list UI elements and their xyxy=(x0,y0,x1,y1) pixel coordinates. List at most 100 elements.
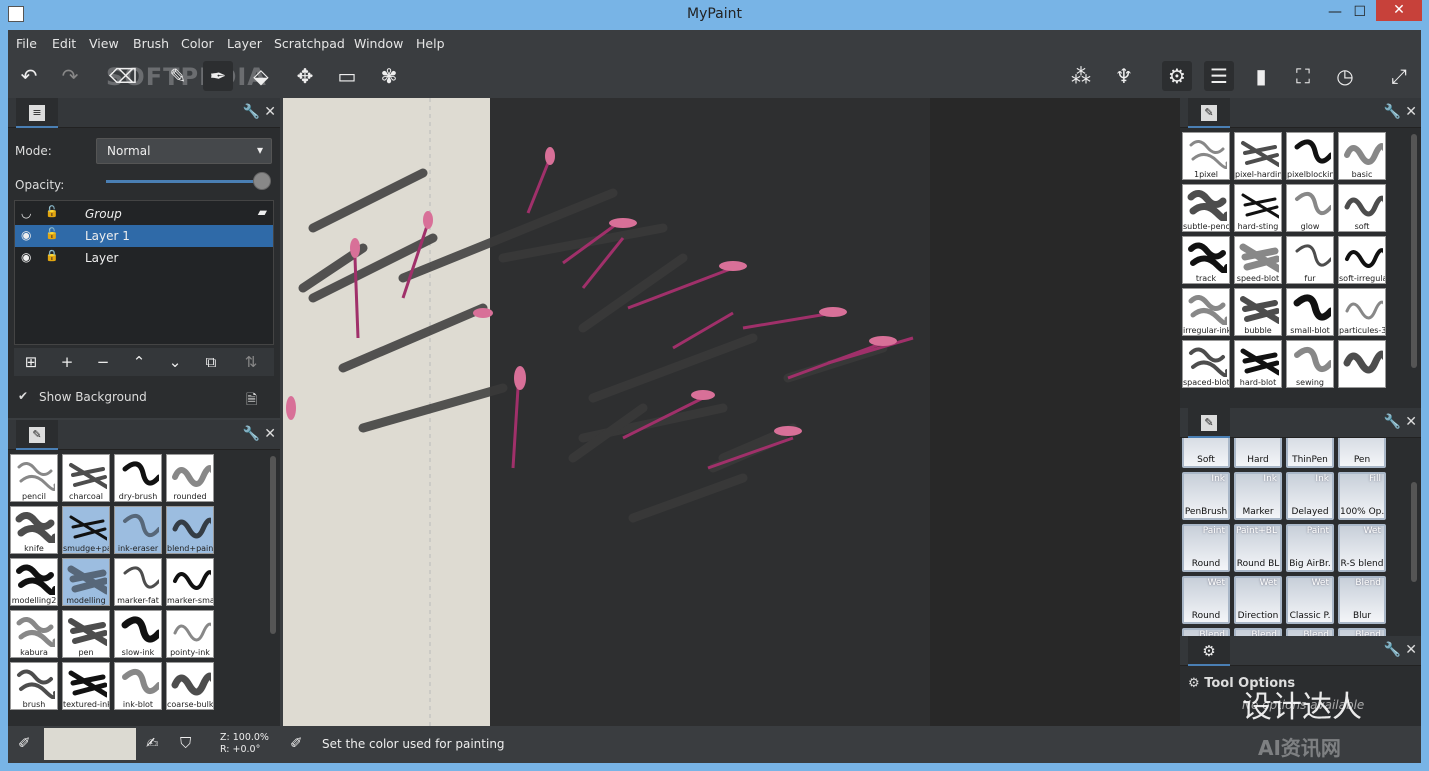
preset-brush-tile[interactable]: Wet R-S blend xyxy=(1338,524,1386,572)
panel-close-icon[interactable]: ✕ xyxy=(264,426,276,442)
brush-tile-modelling2[interactable]: modelling2 xyxy=(10,558,58,606)
brush-tile-pen[interactable]: pen xyxy=(62,610,110,658)
layer-row-group[interactable]: ◡ 🔓 Group ▰ xyxy=(15,203,273,225)
menu-color[interactable]: Color xyxy=(181,36,214,51)
brush-tile-charcoal[interactable]: charcoal xyxy=(62,454,110,502)
scrollbar[interactable] xyxy=(1411,482,1417,582)
current-color-swatch[interactable] xyxy=(44,728,136,760)
brush-tile-brush[interactable]: brush xyxy=(10,662,58,710)
brush-tile-spaced-blot[interactable]: spaced-blot xyxy=(1182,340,1230,388)
eraser-mode-icon[interactable]: ⌫ xyxy=(108,61,138,91)
preset-brush-tile[interactable]: Ink Marker xyxy=(1234,472,1282,520)
scrollbar[interactable] xyxy=(1411,134,1417,368)
fill-icon[interactable]: ⬙ xyxy=(246,61,276,91)
brush-tile-kabura[interactable]: kabura xyxy=(10,610,58,658)
add-layer-group-icon[interactable]: ⊞ xyxy=(16,348,46,376)
brush-group-tab[interactable]: ✎ xyxy=(1188,98,1230,128)
brush-group-tab[interactable]: ✎ xyxy=(16,420,58,450)
lock-icon[interactable]: 🔒 xyxy=(45,249,59,262)
brush-settings-icon[interactable]: ✍ xyxy=(146,734,159,752)
preset-brush-tile[interactable]: Hard xyxy=(1234,438,1282,468)
brush-tile-rounded[interactable]: rounded xyxy=(166,454,214,502)
panel-close-icon[interactable]: ✕ xyxy=(1405,104,1417,120)
scrollbar[interactable] xyxy=(270,456,276,634)
redo-icon[interactable]: ↷ xyxy=(55,61,85,91)
preset-brush-tile[interactable]: Wet Direction xyxy=(1234,576,1282,624)
fullscreen-icon[interactable]: ⛶ xyxy=(1288,61,1318,91)
panel-close-icon[interactable]: ✕ xyxy=(1405,642,1417,658)
brush-tile-dry-brush[interactable]: dry-brush xyxy=(114,454,162,502)
brush-tile-ink-blot[interactable]: ink-blot xyxy=(114,662,162,710)
history-icon[interactable]: ◷ xyxy=(1330,61,1360,91)
show-background-checkbox[interactable]: ✔ xyxy=(18,389,28,403)
remove-layer-icon[interactable]: − xyxy=(88,348,118,376)
brush-tile-marker-fat[interactable]: marker-fat xyxy=(114,558,162,606)
preset-brush-tile[interactable]: Fill 100% Op. xyxy=(1338,472,1386,520)
menu-help[interactable]: Help xyxy=(416,36,445,51)
preset-brush-tile[interactable]: Blend xyxy=(1234,628,1282,636)
brush-tile-ink-eraser[interactable]: ink-eraser xyxy=(114,506,162,554)
visibility-icon[interactable]: ◉ xyxy=(21,250,31,264)
brush-tile-soft-irregular[interactable]: soft-irregular xyxy=(1338,236,1386,284)
panel-close-icon[interactable]: ✕ xyxy=(1405,414,1417,430)
panel-options-icon[interactable]: 🔧 xyxy=(1384,642,1401,658)
visibility-icon[interactable]: ◉ xyxy=(21,228,31,242)
menu-brush[interactable]: Brush xyxy=(133,36,169,51)
brush-tile-unnamed[interactable] xyxy=(1338,340,1386,388)
menu-window[interactable]: Window xyxy=(354,36,403,51)
panel-options-icon[interactable]: 🔧 xyxy=(1384,414,1401,430)
background-settings-icon[interactable]: 🗎 xyxy=(246,389,257,413)
brush-tile-marker-small[interactable]: marker-small xyxy=(166,558,214,606)
menu-edit[interactable]: Edit xyxy=(52,36,76,51)
menu-view[interactable]: View xyxy=(89,36,119,51)
brush-tile-bubble[interactable]: bubble xyxy=(1234,288,1282,336)
mode-select[interactable]: Normal ▾ xyxy=(96,138,272,164)
panel-options-icon[interactable]: 🔧 xyxy=(1384,104,1401,120)
drawing-canvas[interactable] xyxy=(283,98,1180,726)
panel-options-icon[interactable]: 🔧 xyxy=(243,104,260,120)
add-layer-icon[interactable]: + xyxy=(52,348,82,376)
brush-tile-coarse-bulk-3[interactable]: coarse-bulk-3 xyxy=(166,662,214,710)
undo-icon[interactable]: ↶ xyxy=(14,61,44,91)
layers-tab[interactable]: ≡ xyxy=(16,98,58,128)
preset-brush-tile[interactable]: Wet Round xyxy=(1182,576,1230,624)
preset-brush-tile[interactable]: Paint Big AirBr. xyxy=(1286,524,1334,572)
brush-tile-soft[interactable]: soft xyxy=(1338,184,1386,232)
preset-brush-tile[interactable]: Paint+BL Round BL xyxy=(1234,524,1282,572)
brush-tile-slow-ink[interactable]: slow-ink xyxy=(114,610,162,658)
brushes-icon[interactable]: ♆ xyxy=(1109,61,1139,91)
preset-brush-tile[interactable]: Blend xyxy=(1338,628,1386,636)
preset-brush-tile[interactable]: Ink PenBrush xyxy=(1182,472,1230,520)
layer-row-layer-1[interactable]: ◉ 🔓 Layer 1 xyxy=(15,225,273,247)
opacity-slider-handle[interactable] xyxy=(253,172,271,190)
brush-tile-glow[interactable]: glow xyxy=(1286,184,1334,232)
opacity-slider[interactable] xyxy=(106,180,261,183)
unlock-icon[interactable]: 🔓 xyxy=(45,205,59,218)
brush-group-tab[interactable]: ✎ xyxy=(1188,408,1230,438)
preferences-icon[interactable]: ⚙ xyxy=(1162,61,1192,91)
add-bookmark-icon[interactable]: ⛉ xyxy=(180,734,191,752)
scratchpad-icon[interactable]: ▮ xyxy=(1246,61,1276,91)
color-wheel-icon[interactable]: ⁂ xyxy=(1066,61,1096,91)
brush-tile-smudge+paint[interactable]: smudge+paint xyxy=(62,506,110,554)
menu-scratchpad[interactable]: Scratchpad xyxy=(274,36,345,51)
brush-tile-pencil[interactable]: pencil xyxy=(10,454,58,502)
brush-tile-hard-sting[interactable]: hard-sting xyxy=(1234,184,1282,232)
maximize-button[interactable]: ☐ xyxy=(1353,4,1366,20)
preset-brush-tile[interactable]: Blend xyxy=(1286,628,1334,636)
brush-tile-pixel-hardink[interactable]: pixel-hardink xyxy=(1234,132,1282,180)
move-layer-up-icon[interactable]: ⌃ xyxy=(124,348,154,376)
move-layer-down-icon[interactable]: ⌄ xyxy=(160,348,190,376)
freehand-brush-icon[interactable]: ✎ xyxy=(163,61,193,91)
brush-tile-blend+paint[interactable]: blend+paint xyxy=(166,506,214,554)
brush-tile-pointy-ink[interactable]: pointy-ink xyxy=(166,610,214,658)
panel-close-icon[interactable]: ✕ xyxy=(264,104,276,120)
brush-tile-modelling[interactable]: modelling xyxy=(62,558,110,606)
inking-icon[interactable]: ✒ xyxy=(203,61,233,91)
brush-tile-fur[interactable]: fur xyxy=(1286,236,1334,284)
menu-layer[interactable]: Layer xyxy=(227,36,262,51)
duplicate-layer-icon[interactable]: ⧉ xyxy=(196,348,226,376)
panel-options-icon[interactable]: 🔧 xyxy=(243,426,260,442)
preset-brush-tile[interactable]: Ink Delayed xyxy=(1286,472,1334,520)
brush-tile-speed-blot[interactable]: speed-blot xyxy=(1234,236,1282,284)
